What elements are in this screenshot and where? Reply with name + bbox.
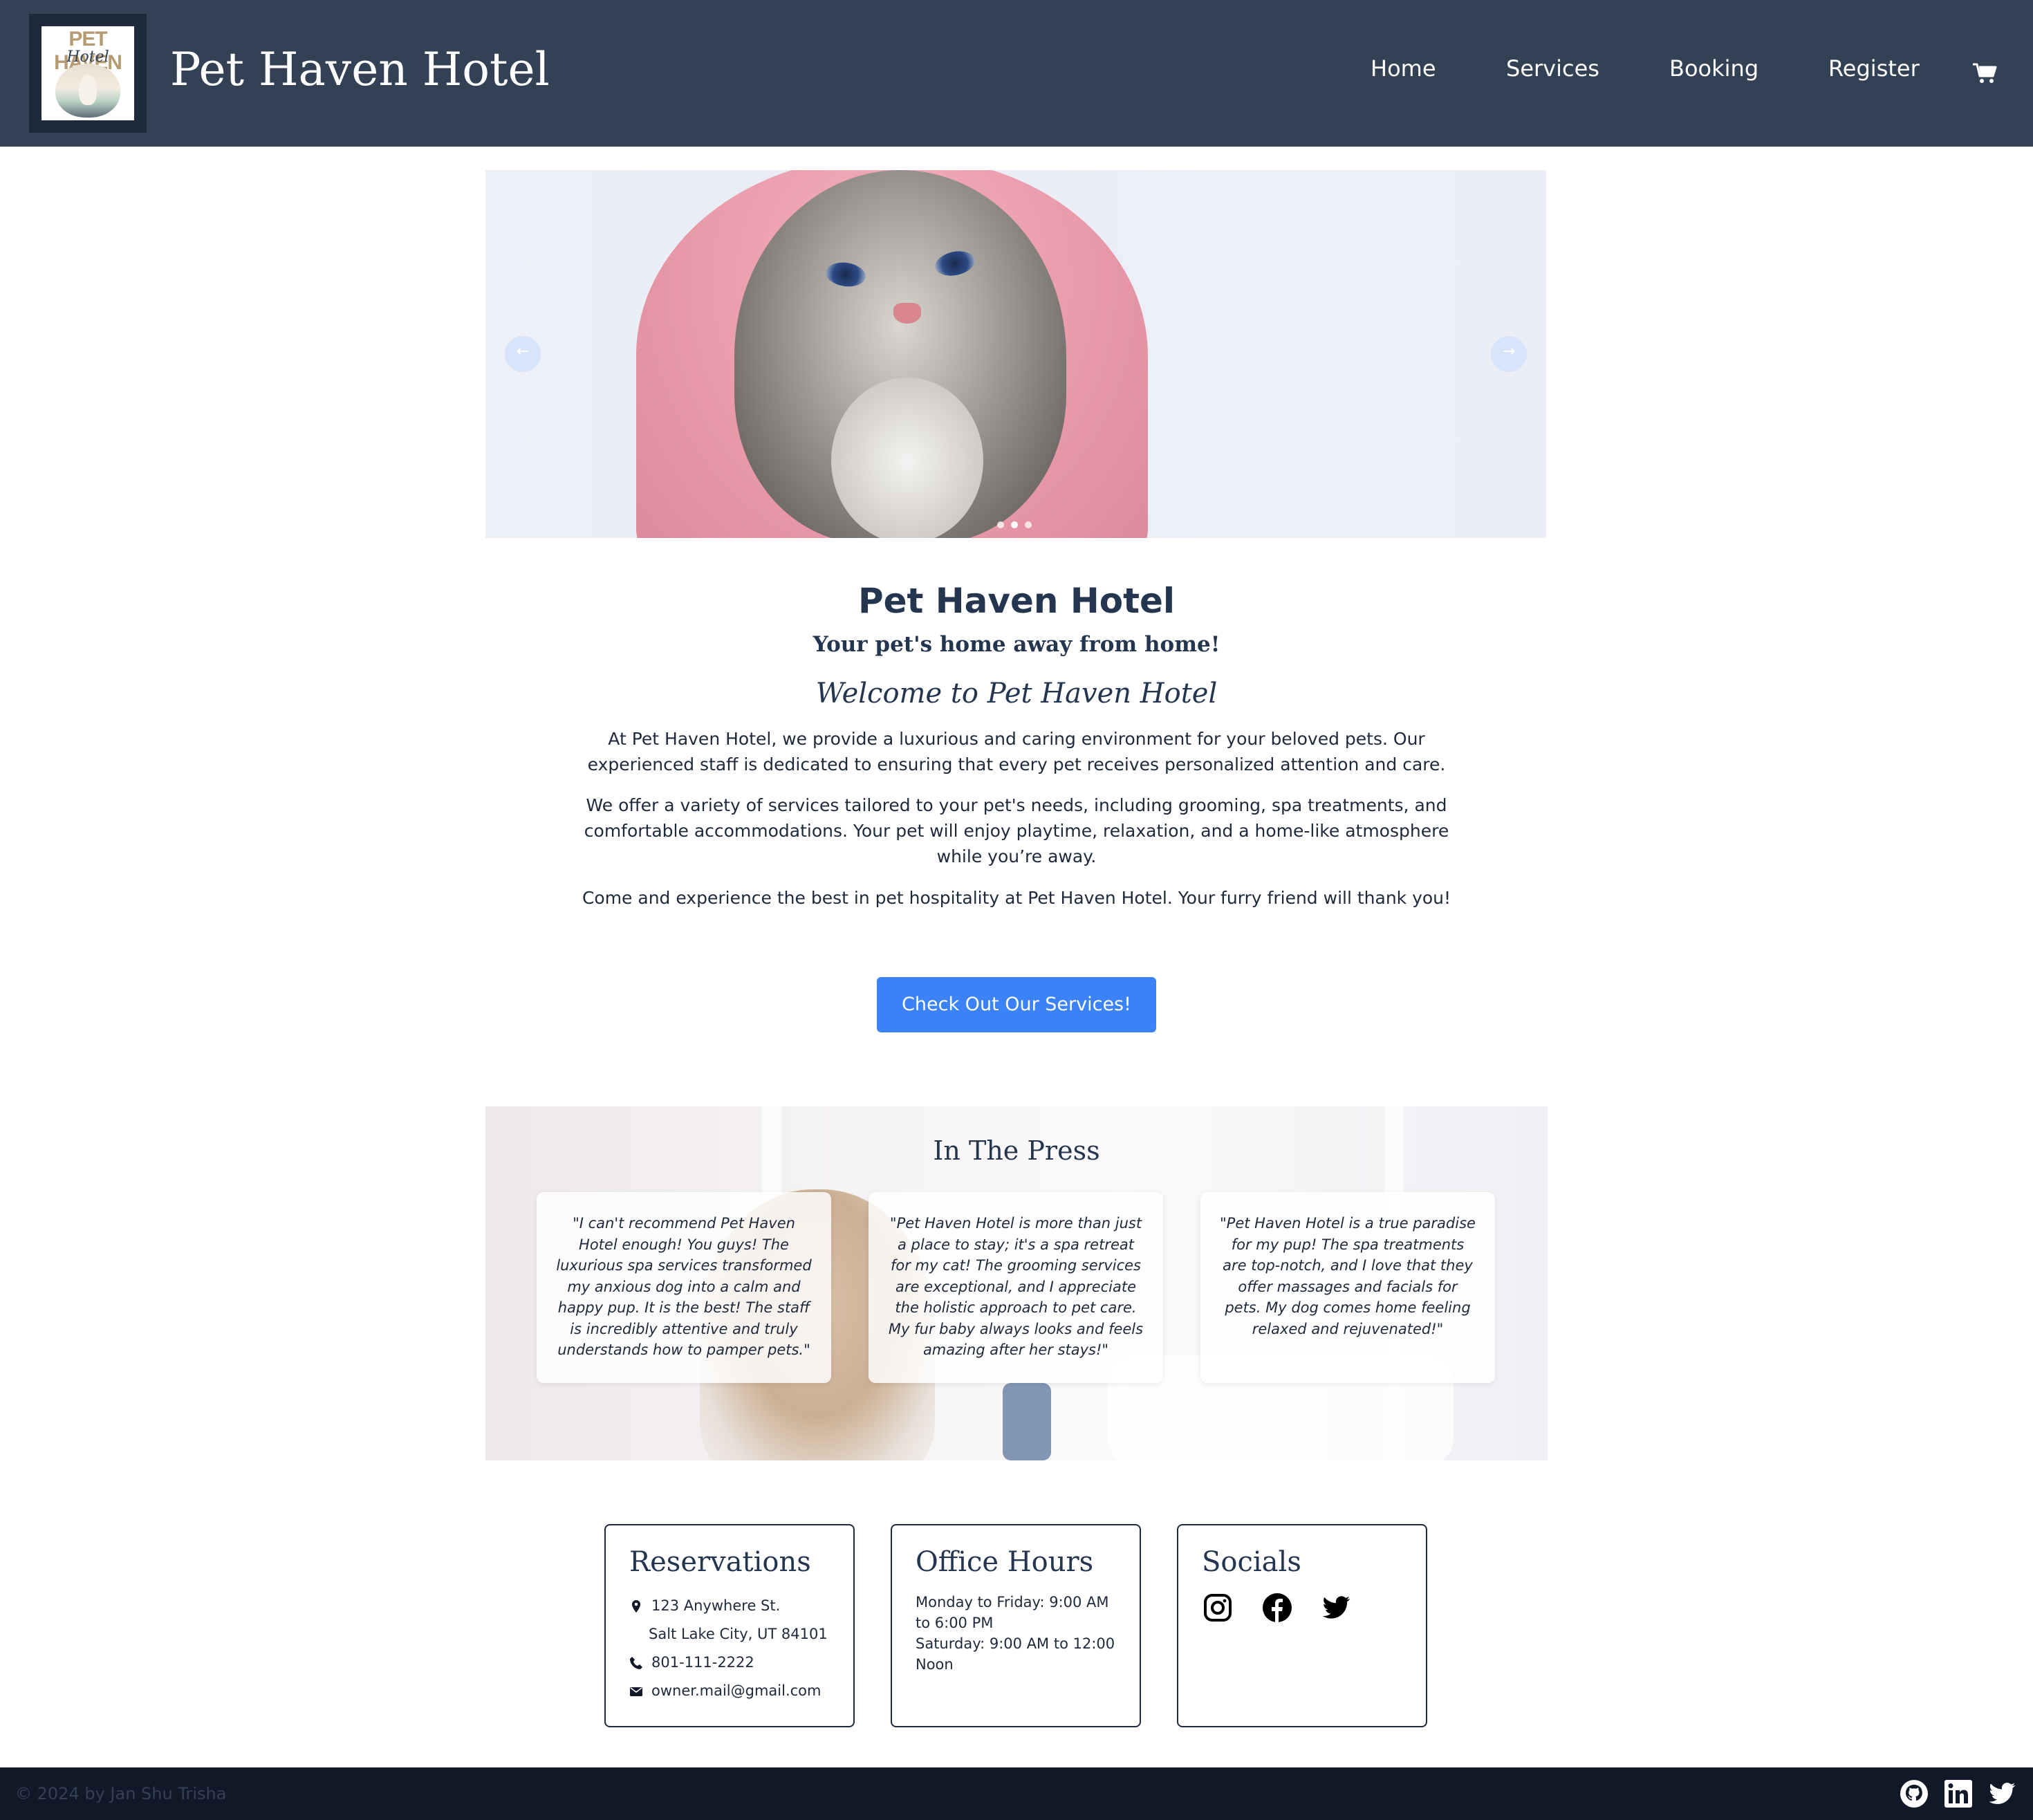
office-hours-title: Office Hours	[916, 1546, 1094, 1578]
phone-icon	[630, 1657, 642, 1669]
cat-right-eye	[933, 248, 977, 279]
press-quote-text: "Pet Haven Hotel is more than just a pla…	[888, 1215, 1144, 1358]
logo-cat-figure	[79, 75, 97, 105]
phone-number[interactable]: 801-111-2222	[651, 1649, 754, 1677]
office-hours-card: Office Hours Monday to Friday: 9:00 AM t…	[891, 1524, 1141, 1727]
arrow-right-icon: →	[1502, 343, 1516, 360]
reservations-title: Reservations	[629, 1546, 811, 1578]
address-line-2: Salt Lake City, UT 84101	[649, 1626, 828, 1642]
press-section: In The Press "I can't recommend Pet Have…	[485, 1106, 1548, 1460]
site-title[interactable]: Pet Haven Hotel	[170, 43, 550, 96]
carousel-dot-3[interactable]	[1025, 521, 1032, 528]
copyright-text: © 2024 by Jan Shu Trisha	[15, 1784, 227, 1803]
intro-paragraph-1: At Pet Haven Hotel, we provide a luxurio…	[587, 729, 1446, 774]
site-header: PET HAVEN Hotel Pet Haven Hotel Home Ser…	[0, 0, 2033, 147]
phone-row[interactable]: 801-111-2222	[629, 1649, 830, 1677]
address-row-2: Salt Lake City, UT 84101	[629, 1620, 830, 1649]
social-links	[1202, 1592, 1402, 1633]
carousel-prev-button[interactable]: ←	[505, 336, 541, 372]
arrow-left-icon: ←	[516, 343, 530, 360]
press-quote-card: "Pet Haven Hotel is more than just a pla…	[869, 1192, 1163, 1383]
address-row: 123 Anywhere St.	[629, 1592, 830, 1620]
site-footer: © 2024 by Jan Shu Trisha	[0, 1767, 2033, 1820]
cat-nose	[893, 303, 921, 324]
nav-services-link[interactable]: Services	[1506, 55, 1599, 82]
socials-title: Socials	[1202, 1546, 1301, 1578]
carousel-dot-2[interactable]	[1011, 521, 1018, 528]
check-services-button[interactable]: Check Out Our Services!	[877, 977, 1156, 1032]
logo-image: PET HAVEN Hotel	[41, 26, 134, 120]
carousel-next-button[interactable]: →	[1491, 336, 1527, 372]
intro-title: Pet Haven Hotel	[857, 581, 1176, 621]
press-quote-card: "I can't recommend Pet Haven Hotel enoug…	[537, 1192, 831, 1383]
carousel-dot-1[interactable]	[997, 521, 1004, 528]
instagram-icon[interactable]	[1202, 1592, 1234, 1624]
press-quote-text: "Pet Haven Hotel is a true paradise for …	[1220, 1215, 1476, 1337]
github-icon[interactable]	[1899, 1779, 1929, 1809]
nav-booking-link[interactable]: Booking	[1669, 55, 1758, 82]
address-line-1: 123 Anywhere St.	[651, 1597, 781, 1614]
email-address[interactable]: owner.mail@gmail.com	[651, 1677, 821, 1705]
site-logo[interactable]: PET HAVEN Hotel	[29, 14, 147, 133]
nav-home-link[interactable]: Home	[1371, 55, 1436, 82]
intro-subtitle: Your pet's home away from home!	[813, 632, 1220, 657]
reservations-card: Reservations 123 Anywhere St. Salt Lake …	[604, 1524, 855, 1727]
twitter-icon[interactable]	[1987, 1779, 2018, 1809]
press-quote-text: "I can't recommend Pet Haven Hotel enoug…	[556, 1215, 812, 1358]
map-pin-icon	[632, 1600, 640, 1613]
intro-paragraph-3: Come and experience the best in pet hosp…	[582, 888, 1451, 908]
twitter-icon[interactable]	[1321, 1592, 1353, 1624]
cat-left-eye	[824, 260, 868, 289]
press-quote-card: "Pet Haven Hotel is a true paradise for …	[1200, 1192, 1495, 1383]
carousel-indicators	[997, 521, 1039, 531]
nav-register-link[interactable]: Register	[1828, 55, 1920, 82]
linkedin-icon[interactable]	[1943, 1779, 1974, 1809]
welcome-heading: Welcome to Pet Haven Hotel	[815, 678, 1218, 709]
hero-carousel: ← →	[485, 170, 1546, 538]
email-row[interactable]: owner.mail@gmail.com	[629, 1677, 830, 1705]
shopping-cart-icon[interactable]	[1972, 62, 1997, 84]
press-title: In The Press	[933, 1135, 1100, 1166]
saturday-hours: Saturday: 9:00 AM to 12:00 Noon	[916, 1635, 1115, 1673]
cat-chin	[831, 378, 983, 538]
press-bg-bottle	[1003, 1383, 1051, 1460]
envelope-icon	[630, 1687, 642, 1696]
weekday-hours: Monday to Friday: 9:00 AM to 6:00 PM	[916, 1594, 1109, 1631]
facebook-icon[interactable]	[1261, 1592, 1293, 1624]
hero-cat	[734, 170, 1066, 538]
socials-card: Socials	[1177, 1524, 1427, 1727]
intro-paragraph-2: We offer a variety of services tailored …	[584, 795, 1449, 866]
